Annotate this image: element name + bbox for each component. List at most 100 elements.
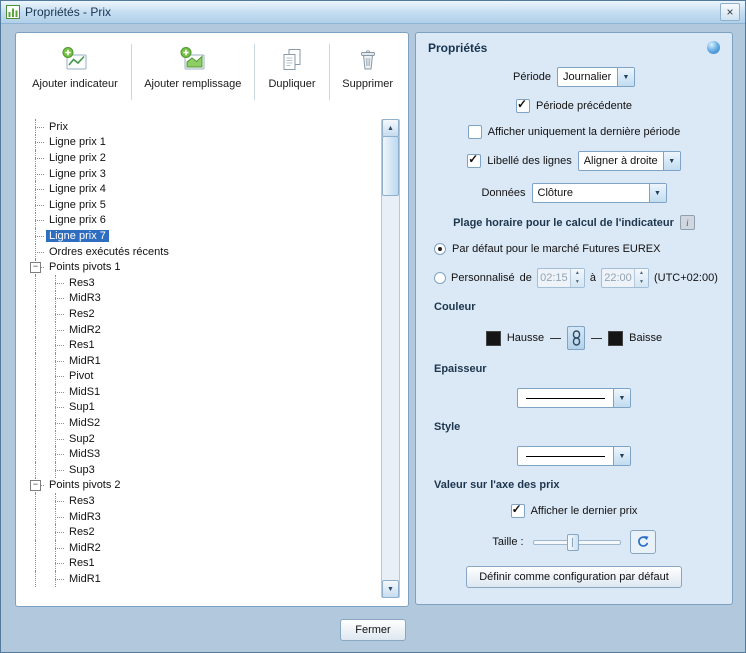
time-to-field[interactable]: 22:00 ▲ ▼ bbox=[600, 268, 649, 288]
tree-item[interactable]: MidR2 bbox=[26, 540, 376, 556]
previous-period-row: Période précédente bbox=[428, 97, 720, 113]
tree-item[interactable]: Ligne prix 3 bbox=[26, 165, 376, 182]
tree-item[interactable]: Ligne prix 1 bbox=[26, 134, 376, 151]
tree-item[interactable]: MidR1 bbox=[26, 352, 376, 369]
time-from-spinner[interactable]: ▲ ▼ bbox=[569, 269, 584, 287]
tree-item[interactable]: Res1 bbox=[26, 555, 376, 572]
tree-item[interactable]: Ordres exécutés récents bbox=[26, 243, 376, 260]
tree-item[interactable]: MidR3 bbox=[26, 290, 376, 307]
tree-item[interactable]: MidR3 bbox=[26, 508, 376, 525]
close-dialog-button[interactable]: Fermer bbox=[340, 619, 406, 641]
footer: Fermer bbox=[1, 619, 745, 641]
info-icon[interactable]: i bbox=[679, 215, 695, 230]
style-title-row: Style bbox=[428, 420, 720, 434]
tree-item[interactable]: MidS3 bbox=[26, 446, 376, 463]
utc-offset-label: (UTC+02:00) bbox=[653, 272, 718, 284]
toolbar-separator bbox=[130, 44, 132, 100]
thickness-line-sample bbox=[518, 397, 613, 399]
tree-item-label: Res3 bbox=[69, 495, 95, 508]
line-label-align-select[interactable]: Aligner à droite ▼ bbox=[577, 151, 681, 171]
tree-item[interactable]: Res3 bbox=[26, 493, 376, 509]
tree-item-label: Ligne prix 3 bbox=[49, 167, 106, 180]
tree-item[interactable]: Res1 bbox=[26, 337, 376, 353]
time-to-spinner[interactable]: ▲ ▼ bbox=[633, 269, 648, 287]
tree-item[interactable]: Sup3 bbox=[26, 462, 376, 478]
previous-period-checkbox[interactable] bbox=[515, 97, 530, 113]
tree-item-label: MidS3 bbox=[69, 448, 101, 461]
show-last-period-label: Afficher uniquement la dernière période bbox=[487, 126, 681, 138]
add-fill-button[interactable]: Ajouter remplissage bbox=[134, 39, 252, 105]
tree-item[interactable]: − Points pivots 1 bbox=[26, 259, 376, 275]
spin-up-icon[interactable]: ▲ bbox=[635, 269, 648, 278]
thickness-select[interactable]: ▼ bbox=[517, 388, 631, 408]
color-title-row: Couleur bbox=[428, 300, 720, 314]
style-select[interactable]: ▼ bbox=[517, 446, 631, 466]
delete-label: Supprimer bbox=[342, 78, 394, 90]
default-range-radio[interactable] bbox=[434, 243, 446, 255]
tree-item[interactable]: Res2 bbox=[26, 306, 376, 322]
show-last-price-row: Afficher le dernier prix bbox=[428, 502, 720, 518]
add-indicator-button[interactable]: Ajouter indicateur bbox=[21, 39, 129, 105]
scroll-down-icon[interactable]: ▼ bbox=[382, 580, 399, 598]
line-label-checkbox[interactable] bbox=[467, 152, 482, 168]
tree-item[interactable]: Pivot bbox=[26, 368, 376, 385]
close-icon[interactable]: × bbox=[720, 3, 740, 21]
spin-up-icon[interactable]: ▲ bbox=[571, 269, 584, 278]
tree-item[interactable]: Ligne prix 2 bbox=[26, 150, 376, 166]
tree-item[interactable]: Res2 bbox=[26, 524, 376, 541]
delete-button[interactable]: Supprimer bbox=[332, 39, 403, 105]
duplicate-button[interactable]: Dupliquer bbox=[257, 39, 328, 105]
down-color-swatch[interactable] bbox=[608, 330, 624, 346]
tree-item[interactable]: MidS1 bbox=[26, 384, 376, 400]
reset-size-button[interactable] bbox=[629, 530, 656, 554]
data-source-select[interactable]: Clôture ▼ bbox=[531, 183, 667, 203]
tree-item[interactable]: Ligne prix 7 bbox=[26, 228, 376, 244]
properties-panel: Propriétés Période Journalier ▼ Période … bbox=[415, 32, 733, 605]
default-range-label: Par défaut pour le marché Futures EUREX bbox=[452, 243, 661, 255]
axis-value-title-row: Valeur sur l'axe des prix bbox=[428, 478, 720, 492]
tree-item-label: Ligne prix 4 bbox=[49, 183, 106, 196]
tree-item[interactable]: Ligne prix 6 bbox=[26, 212, 376, 229]
tree-item[interactable]: Sup2 bbox=[26, 430, 376, 447]
show-last-period-checkbox[interactable] bbox=[467, 125, 482, 139]
slider-thumb[interactable] bbox=[566, 534, 579, 551]
collapse-icon[interactable]: − bbox=[30, 480, 41, 492]
tree-item[interactable]: Ligne prix 4 bbox=[26, 181, 376, 197]
up-color-swatch[interactable] bbox=[485, 330, 501, 346]
show-last-price-label: Afficher le dernier prix bbox=[530, 505, 638, 517]
show-last-price-checkbox[interactable] bbox=[510, 502, 525, 518]
period-select[interactable]: Journalier ▼ bbox=[556, 67, 635, 87]
tree-item-label: Ligne prix 5 bbox=[49, 198, 106, 211]
tree-item[interactable]: Res3 bbox=[26, 274, 376, 291]
tree-item[interactable]: MidR2 bbox=[26, 321, 376, 338]
thickness-title-row: Epaisseur bbox=[428, 362, 720, 376]
tree-scrollbar[interactable]: ▲ ▼ bbox=[381, 119, 400, 598]
time-from-field[interactable]: 02:15 ▲ ▼ bbox=[536, 268, 585, 288]
tree-item-label: Ligne prix 1 bbox=[49, 136, 106, 149]
set-default-config-button[interactable]: Définir comme configuration par défaut bbox=[466, 566, 682, 588]
tree-item[interactable]: Sup1 bbox=[26, 399, 376, 416]
tree-item[interactable]: Prix bbox=[26, 119, 376, 135]
scrollbar-thumb[interactable] bbox=[382, 136, 399, 196]
tree-item[interactable]: MidS2 bbox=[26, 415, 376, 431]
line-label-align-value: Aligner à droite bbox=[583, 155, 658, 167]
tree-item[interactable]: − Points pivots 2 bbox=[26, 477, 376, 494]
size-slider[interactable] bbox=[532, 534, 621, 551]
link-line bbox=[591, 337, 603, 339]
chevron-down-icon: ▼ bbox=[613, 447, 630, 465]
up-color-label: Hausse bbox=[506, 332, 545, 344]
app-chart-icon bbox=[6, 5, 20, 19]
tree-item-label: Res3 bbox=[69, 276, 95, 289]
custom-range-radio[interactable] bbox=[434, 272, 446, 284]
collapse-icon[interactable]: − bbox=[30, 262, 41, 274]
tree-item[interactable]: Ligne prix 5 bbox=[26, 196, 376, 213]
data-source-value: Clôture bbox=[537, 187, 573, 199]
previous-period-label: Période précédente bbox=[535, 100, 632, 112]
help-sphere-icon[interactable] bbox=[707, 41, 720, 54]
panel-title: Propriétés bbox=[428, 41, 488, 55]
spin-down-icon[interactable]: ▼ bbox=[571, 278, 584, 287]
tree-item[interactable]: MidR1 bbox=[26, 571, 376, 587]
spin-down-icon[interactable]: ▼ bbox=[635, 278, 648, 287]
link-colors-button[interactable] bbox=[567, 326, 586, 350]
scroll-up-icon[interactable]: ▲ bbox=[382, 119, 399, 137]
